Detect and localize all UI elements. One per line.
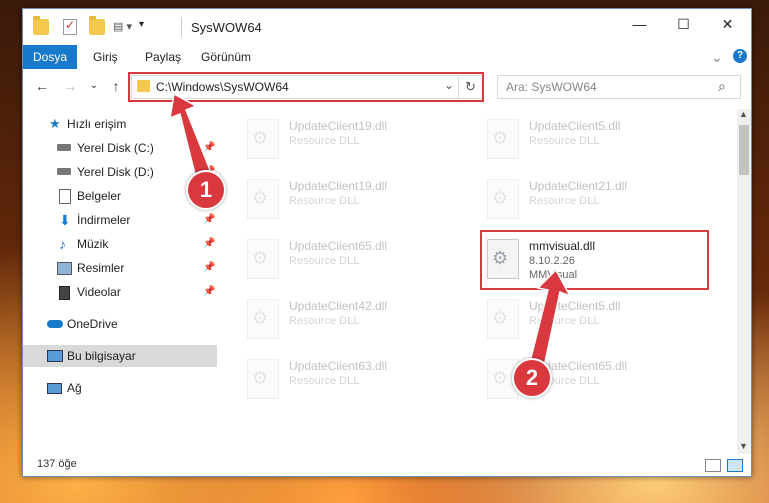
callout-1: 1 <box>186 170 226 210</box>
callout-2: 2 <box>512 358 552 398</box>
arrow-1-icon <box>169 92 211 180</box>
annotation-arrows <box>169 92 572 378</box>
